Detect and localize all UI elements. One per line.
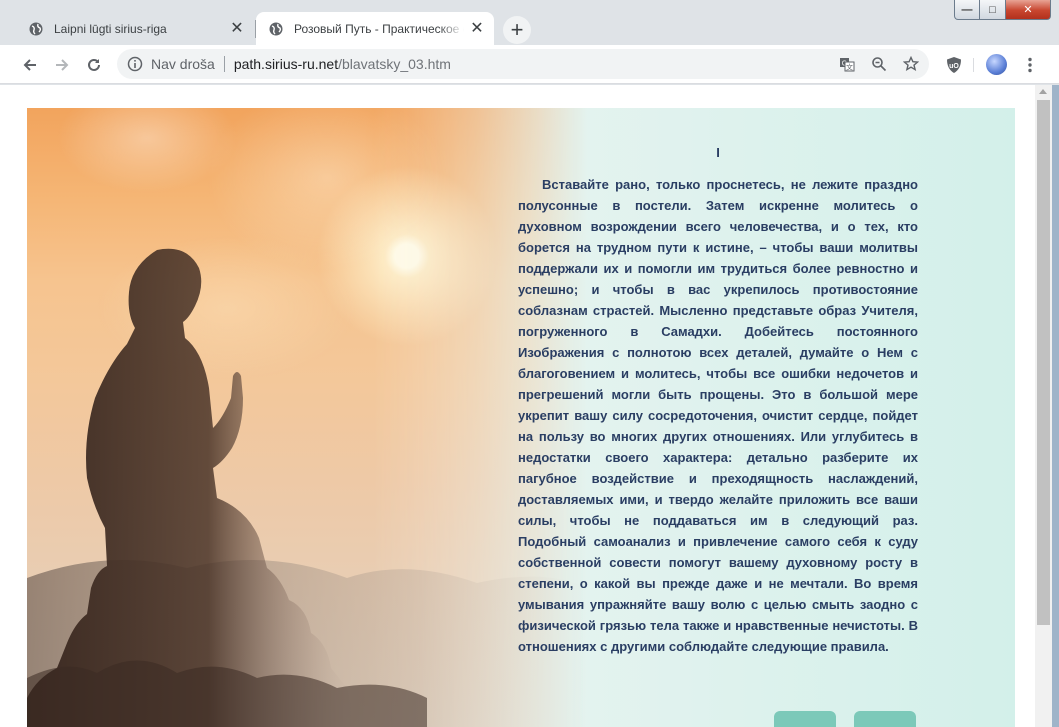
maximize-button[interactable]: □ bbox=[980, 0, 1006, 20]
article-paragraph: Вставайте рано, только проснетесь, не ле… bbox=[518, 177, 918, 654]
buddha-silhouette-image bbox=[27, 248, 587, 727]
page-viewport: I Вставайте рано, только проснетесь, не … bbox=[8, 85, 1035, 727]
profile-avatar[interactable] bbox=[986, 54, 1007, 75]
window-controls: — □ ✕ bbox=[954, 0, 1051, 20]
tab-title: Laipni lūgti sirius-riga bbox=[54, 21, 167, 36]
article-text: I Вставайте рано, только проснетесь, не … bbox=[518, 142, 918, 657]
star-icon[interactable] bbox=[901, 54, 921, 74]
zoom-out-icon[interactable] bbox=[869, 54, 889, 74]
globe-icon bbox=[28, 21, 44, 37]
svg-text:uO: uO bbox=[949, 63, 959, 70]
prev-page-button[interactable] bbox=[774, 711, 836, 727]
chapter-heading: I bbox=[716, 145, 720, 160]
menu-icon[interactable] bbox=[1016, 51, 1044, 79]
forward-icon[interactable] bbox=[48, 51, 76, 79]
close-window-button[interactable]: ✕ bbox=[1006, 0, 1051, 20]
tab-title: Розовый Путь - Практическое о bbox=[294, 21, 464, 36]
scroll-up-arrow-icon[interactable] bbox=[1039, 89, 1047, 94]
scrollbar-thumb[interactable] bbox=[1037, 100, 1050, 625]
close-tab-icon[interactable]: ✕ bbox=[468, 20, 486, 38]
address-divider bbox=[223, 56, 225, 72]
globe-icon bbox=[268, 21, 284, 37]
address-bar[interactable]: Nav droša path.sirius-ru.net/blavatsky_0… bbox=[117, 49, 929, 79]
browser-toolbar: Nav droša path.sirius-ru.net/blavatsky_0… bbox=[0, 45, 1059, 84]
ublock-icon[interactable]: uO bbox=[940, 51, 968, 79]
vertical-scrollbar[interactable] bbox=[1035, 85, 1052, 727]
next-page-button[interactable] bbox=[854, 711, 916, 727]
url-path: /blavatsky_03.htm bbox=[338, 56, 451, 72]
translate-icon[interactable]: G文 bbox=[837, 54, 857, 74]
toolbar-separator bbox=[973, 58, 974, 72]
security-label: Nav droša bbox=[151, 56, 215, 72]
tab-sirius-riga[interactable]: Laipni lūgti sirius-riga ✕ bbox=[16, 12, 254, 45]
back-icon[interactable] bbox=[16, 51, 44, 79]
reload-icon[interactable] bbox=[80, 51, 108, 79]
tab-strip: Laipni lūgti sirius-riga ✕ Розовый Путь … bbox=[0, 0, 1059, 45]
page-content-card: I Вставайте рано, только проснетесь, не … bbox=[27, 108, 1015, 727]
window-frame-left bbox=[0, 85, 8, 727]
minimize-button[interactable]: — bbox=[954, 0, 980, 20]
close-tab-icon[interactable]: ✕ bbox=[228, 20, 246, 38]
window-frame-right bbox=[1052, 85, 1059, 727]
tab-rozovy-put[interactable]: Розовый Путь - Практическое о ✕ bbox=[256, 12, 494, 45]
url-host: path.sirius-ru.net bbox=[233, 56, 339, 72]
info-icon[interactable] bbox=[126, 56, 144, 72]
new-tab-button[interactable]: + bbox=[503, 16, 531, 44]
svg-text:文: 文 bbox=[846, 63, 853, 72]
